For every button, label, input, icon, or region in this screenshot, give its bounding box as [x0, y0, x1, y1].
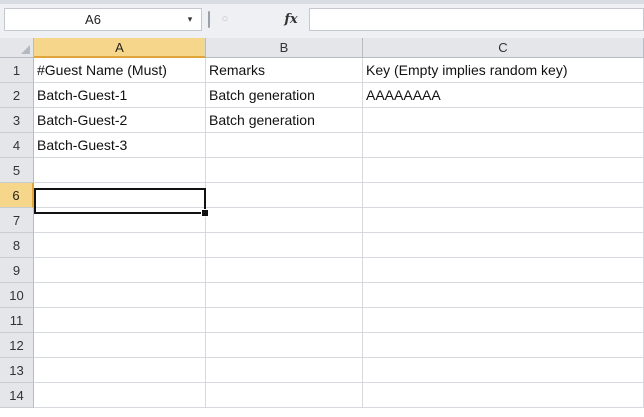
cell-c12[interactable] [363, 333, 644, 358]
cell-c5[interactable] [363, 158, 644, 183]
formula-input[interactable] [309, 8, 644, 31]
column-header-c[interactable]: C [363, 38, 644, 58]
cell-b2[interactable]: Batch generation [206, 83, 363, 108]
insert-function-icon[interactable]: fx [280, 9, 302, 30]
cell-a13[interactable] [34, 358, 206, 383]
cell-c7[interactable] [363, 208, 644, 233]
cell-c4[interactable] [363, 133, 644, 158]
row-header-10[interactable]: 10 [0, 283, 34, 308]
chevron-down-icon[interactable]: ▾ [181, 9, 199, 30]
cell-c2[interactable]: AAAAAAAA [363, 83, 644, 108]
cell-b10[interactable] [206, 283, 363, 308]
row-header-13[interactable]: 13 [0, 358, 34, 383]
cell-a7[interactable] [34, 208, 206, 233]
name-box-value[interactable]: A6 [5, 9, 181, 30]
formula-bar: A6 ▾ ○ fx [0, 0, 644, 39]
cell-a4[interactable]: Batch-Guest-3 [34, 133, 206, 158]
cell-b4[interactable] [206, 133, 363, 158]
cell-b1[interactable]: Remarks [206, 58, 363, 83]
cell-c6[interactable] [363, 183, 644, 208]
fill-handle[interactable] [201, 209, 209, 217]
cell-b12[interactable] [206, 333, 363, 358]
row-header-11[interactable]: 11 [0, 308, 34, 333]
cell-b3[interactable]: Batch generation [206, 108, 363, 133]
column-header-b[interactable]: B [206, 38, 363, 58]
cell-a1[interactable]: #Guest Name (Must) [34, 58, 206, 83]
row-header-6[interactable]: 6 [0, 183, 34, 208]
cell-b13[interactable] [206, 358, 363, 383]
cell-a11[interactable] [34, 308, 206, 333]
spreadsheet-grid: A B C 1 #Guest Name (Must) Remarks Key (Empty … [0, 38, 644, 417]
cell-c11[interactable] [363, 308, 644, 333]
name-box[interactable]: A6 ▾ [4, 8, 202, 31]
cell-c14[interactable] [363, 383, 644, 408]
ribbon-edge [0, 0, 644, 4]
cell-b9[interactable] [206, 258, 363, 283]
cell-a12[interactable] [34, 333, 206, 358]
row-header-5[interactable]: 5 [0, 158, 34, 183]
cell-a6[interactable] [34, 183, 206, 208]
row-header-1[interactable]: 1 [0, 58, 34, 83]
row-header-2[interactable]: 2 [0, 83, 34, 108]
row-header-12[interactable]: 12 [0, 333, 34, 358]
cell-a14[interactable] [34, 383, 206, 408]
row-header-14[interactable]: 14 [0, 383, 34, 408]
cell-b7[interactable] [206, 208, 363, 233]
cell-c1[interactable]: Key (Empty implies random key) [363, 58, 644, 83]
row-header-3[interactable]: 3 [0, 108, 34, 133]
cell-c10[interactable] [363, 283, 644, 308]
cell-a3[interactable]: Batch-Guest-2 [34, 108, 206, 133]
row-header-8[interactable]: 8 [0, 233, 34, 258]
cell-c13[interactable] [363, 358, 644, 383]
select-all-button[interactable] [0, 38, 34, 58]
row-header-7[interactable]: 7 [0, 208, 34, 233]
cell-c3[interactable] [363, 108, 644, 133]
cell-b14[interactable] [206, 383, 363, 408]
row-header-4[interactable]: 4 [0, 133, 34, 158]
cell-a10[interactable] [34, 283, 206, 308]
cell-b6[interactable] [206, 183, 363, 208]
cell-b8[interactable] [206, 233, 363, 258]
cell-a2[interactable]: Batch-Guest-1 [34, 83, 206, 108]
row-header-9[interactable]: 9 [0, 258, 34, 283]
cell-c9[interactable] [363, 258, 644, 283]
cell-a9[interactable] [34, 258, 206, 283]
cancel-icon[interactable]: ○ [214, 9, 236, 30]
cell-a8[interactable] [34, 233, 206, 258]
formula-bar-splitter[interactable] [204, 8, 214, 31]
cell-a5[interactable] [34, 158, 206, 183]
cell-b11[interactable] [206, 308, 363, 333]
column-header-a[interactable]: A [34, 38, 206, 58]
cell-c8[interactable] [363, 233, 644, 258]
cell-b5[interactable] [206, 158, 363, 183]
